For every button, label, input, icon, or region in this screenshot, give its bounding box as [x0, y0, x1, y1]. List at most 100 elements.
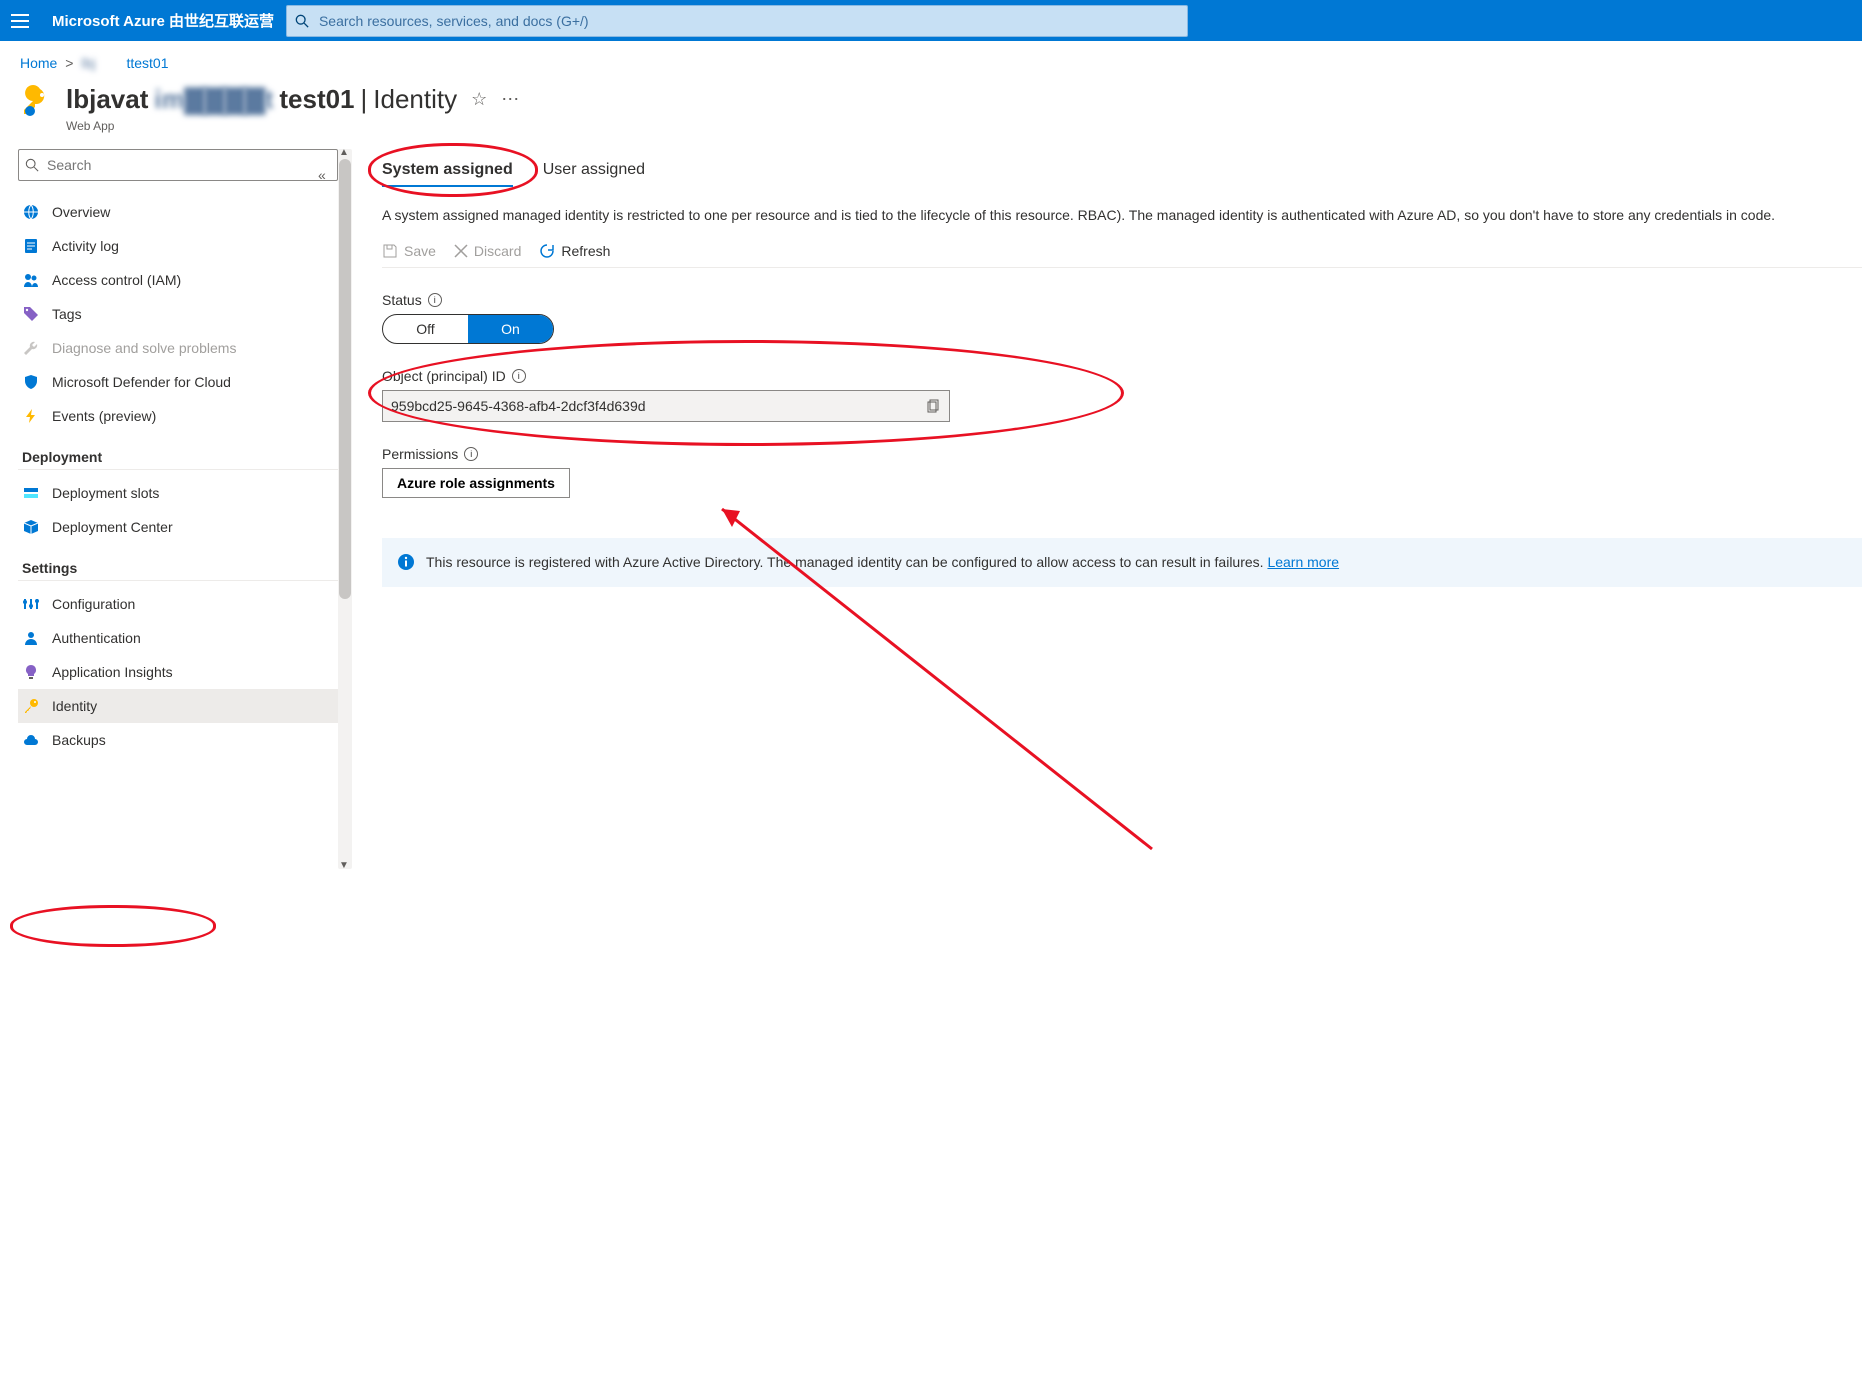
- object-id-box: 959bcd25-9645-4368-afb4-2dcf3f4d639d: [382, 390, 950, 422]
- sidebar-item-deployment-center[interactable]: Deployment Center: [18, 510, 338, 544]
- brand-label[interactable]: Microsoft Azure 由世纪互联运营: [40, 10, 286, 31]
- scrollbar-thumb[interactable]: [339, 159, 351, 599]
- sidebar-item-diagnose-and-solve-problems[interactable]: Diagnose and solve problems: [18, 331, 338, 365]
- wrench-icon: [22, 339, 40, 357]
- breadcrumb-resource[interactable]: lbj ttest01: [81, 55, 168, 71]
- side-search[interactable]: [18, 149, 338, 181]
- scrollbar[interactable]: ▲ ▼: [338, 149, 352, 869]
- sidebar-item-label: Microsoft Defender for Cloud: [52, 374, 231, 390]
- sidebar-item-label: Configuration: [52, 596, 135, 612]
- tag-icon: [22, 305, 40, 323]
- sidebar-item-access-control-iam-[interactable]: Access control (IAM): [18, 263, 338, 297]
- role-assignments-button[interactable]: Azure role assignments: [382, 468, 570, 498]
- tab-description: A system assigned managed identity is re…: [382, 205, 1862, 225]
- sidebar-item-authentication[interactable]: Authentication: [18, 621, 338, 655]
- global-search[interactable]: [286, 5, 1188, 37]
- page-subtitle: Web App: [0, 119, 1862, 149]
- sidebar-item-microsoft-defender-for-cloud[interactable]: Microsoft Defender for Cloud: [18, 365, 338, 399]
- sidebar-item-label: Deployment Center: [52, 519, 173, 535]
- sidebar-item-events-preview-[interactable]: Events (preview): [18, 399, 338, 433]
- tab-user-assigned[interactable]: User assigned: [543, 155, 645, 187]
- side-search-input[interactable]: [45, 156, 331, 174]
- info-icon[interactable]: i: [464, 447, 478, 461]
- close-icon: [454, 244, 468, 258]
- people-icon: [22, 271, 40, 289]
- shield-icon: [22, 373, 40, 391]
- page-title-bar: lbjavatim▇▇▇▇ttest01 | Identity ☆ ⋯: [0, 75, 1862, 119]
- copy-icon[interactable]: [927, 399, 941, 413]
- sidebar-item-label: Backups: [52, 732, 106, 748]
- sidebar-item-label: Application Insights: [52, 664, 173, 680]
- object-id-label: Object (principal) ID: [382, 368, 506, 384]
- status-toggle[interactable]: Off On: [382, 314, 554, 344]
- sidebar-item-identity[interactable]: Identity: [18, 689, 338, 723]
- page-title: lbjavatim▇▇▇▇ttest01 | Identity: [66, 84, 457, 115]
- log-icon: [22, 237, 40, 255]
- sidebar-item-label: Activity log: [52, 238, 119, 254]
- sidebar-item-application-insights[interactable]: Application Insights: [18, 655, 338, 689]
- annotation-circle: [10, 905, 216, 947]
- cube-icon: [22, 518, 40, 536]
- save-button[interactable]: Save: [382, 243, 436, 259]
- toggle-off[interactable]: Off: [383, 315, 468, 343]
- status-label: Status: [382, 292, 422, 308]
- banner-text: This resource is registered with Azure A…: [426, 554, 1267, 570]
- tab-system-assigned[interactable]: System assigned: [382, 155, 513, 187]
- sidebar-item-label: Identity: [52, 698, 97, 714]
- bolt-icon: [22, 407, 40, 425]
- key-icon: [22, 697, 40, 715]
- star-icon[interactable]: ☆: [471, 89, 487, 110]
- banner-link[interactable]: Learn more: [1267, 554, 1339, 570]
- page-section: Identity: [373, 84, 457, 115]
- collapse-icon[interactable]: «: [318, 167, 326, 183]
- sidebar-item-configuration[interactable]: Configuration: [18, 587, 338, 621]
- info-icon[interactable]: i: [512, 369, 526, 383]
- search-icon: [25, 158, 39, 172]
- identity-tabs: System assigned User assigned: [382, 155, 1862, 187]
- main-content: System assigned User assigned A system a…: [352, 149, 1862, 869]
- person-icon: [22, 629, 40, 647]
- menu-icon[interactable]: [0, 14, 40, 28]
- sliders-icon: [22, 595, 40, 613]
- permissions-label: Permissions: [382, 446, 458, 462]
- sidebar-item-label: Authentication: [52, 630, 141, 646]
- object-id-field: Object (principal) ID i 959bcd25-9645-436…: [382, 368, 1862, 422]
- sidebar-item-label: Tags: [52, 306, 82, 322]
- breadcrumb-sep: >: [61, 55, 77, 71]
- info-banner: This resource is registered with Azure A…: [382, 538, 1862, 587]
- sidebar-item-backups[interactable]: Backups: [18, 723, 338, 757]
- info-icon: [398, 554, 414, 573]
- discard-button[interactable]: Discard: [454, 243, 521, 259]
- save-icon: [382, 243, 398, 259]
- refresh-icon: [539, 243, 555, 259]
- cloud-icon: [22, 731, 40, 749]
- slots-icon: [22, 484, 40, 502]
- refresh-button[interactable]: Refresh: [539, 243, 610, 259]
- sidebar-item-deployment-slots[interactable]: Deployment slots: [18, 476, 338, 510]
- more-icon[interactable]: ⋯: [501, 89, 521, 110]
- sidebar-item-label: Access control (IAM): [52, 272, 181, 288]
- nav-header-deployment: Deployment: [18, 433, 338, 470]
- status-field: Statusi Off On: [382, 292, 1862, 344]
- sidebar-item-overview[interactable]: Overview: [18, 195, 338, 229]
- key-icon: [20, 85, 52, 117]
- bulb-icon: [22, 663, 40, 681]
- object-id-value: 959bcd25-9645-4368-afb4-2dcf3f4d639d: [391, 398, 646, 414]
- info-icon[interactable]: i: [428, 293, 442, 307]
- sidebar-item-label: Deployment slots: [52, 485, 159, 501]
- sidebar-item-label: Events (preview): [52, 408, 156, 424]
- sidebar-item-tags[interactable]: Tags: [18, 297, 338, 331]
- toggle-on[interactable]: On: [468, 315, 553, 343]
- globe-icon: [22, 203, 40, 221]
- side-nav: « Overview Activity log Access control (IA…: [0, 149, 338, 869]
- command-bar: Save Discard Refresh: [382, 229, 1862, 268]
- nav-header-settings: Settings: [18, 544, 338, 581]
- search-icon: [287, 14, 317, 28]
- top-bar: Microsoft Azure 由世纪互联运营: [0, 0, 1862, 41]
- permissions-field: Permissions i Azure role assignments: [382, 446, 1862, 498]
- breadcrumb-home[interactable]: Home: [20, 55, 57, 71]
- breadcrumb: Home > lbj ttest01: [0, 41, 1862, 75]
- sidebar-item-label: Overview: [52, 204, 110, 220]
- sidebar-item-activity-log[interactable]: Activity log: [18, 229, 338, 263]
- global-search-input[interactable]: [317, 12, 1187, 30]
